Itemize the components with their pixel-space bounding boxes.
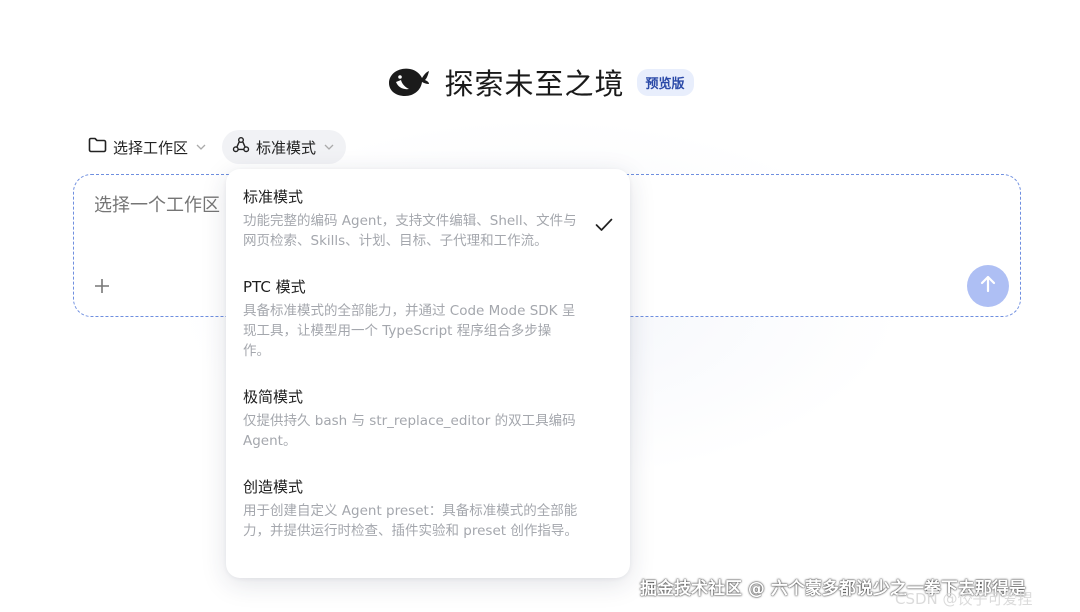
toolbar: 选择工作区 标准模式	[84, 130, 347, 164]
header: 探索未至之境 预览版	[0, 60, 1080, 104]
mode-option-ptc[interactable]: PTC 模式 具备标准模式的全部能力，并通过 Code Mode SDK 呈现工…	[226, 275, 630, 361]
mode-option-description: 仅提供持久 bash 与 str_replace_editor 的双工具编码 A…	[243, 413, 576, 449]
workspace-select-button[interactable]: 选择工作区	[84, 130, 216, 164]
send-button[interactable]	[967, 265, 1009, 307]
page-title: 探索未至之境	[444, 67, 625, 101]
add-attachment-button[interactable]	[90, 277, 114, 301]
watermark-secondary: CSDN @饺子可爱捏	[895, 590, 1033, 608]
recycle-icon	[232, 136, 250, 158]
mode-option-title: 标准模式	[243, 188, 304, 206]
mode-option-description: 功能完整的编码 Agent，支持文件编辑、Shell、文件与网页检索、Skill…	[243, 213, 577, 249]
mode-select-button[interactable]: 标准模式	[222, 130, 347, 164]
mode-option-minimal[interactable]: 极简模式 仅提供持久 bash 与 str_replace_editor 的双工…	[226, 385, 630, 451]
arrow-up-icon	[978, 274, 998, 298]
chevron-down-icon	[324, 142, 334, 153]
mode-option-title: 创造模式	[243, 478, 304, 496]
chevron-down-icon	[196, 142, 206, 153]
workspace-select-label: 选择工作区	[113, 138, 189, 157]
mode-option-title: 极简模式	[243, 388, 304, 406]
preview-badge: 预览版	[636, 68, 694, 96]
mode-option-description: 具备标准模式的全部能力，并通过 Code Mode SDK 呈现工具，让模型用一…	[243, 303, 576, 359]
mode-option-description: 用于创建自定义 Agent preset：具备标准模式的全部能力，并提供运行时检…	[243, 503, 578, 539]
mode-dropdown-menu: 标准模式 功能完整的编码 Agent，支持文件编辑、Shell、文件与网页检索、…	[226, 169, 630, 578]
plus-icon	[93, 276, 111, 301]
folder-icon	[88, 137, 107, 157]
mode-select-label: 标准模式	[256, 138, 317, 157]
mode-option-standard[interactable]: 标准模式 功能完整的编码 Agent，支持文件编辑、Shell、文件与网页检索、…	[226, 185, 630, 251]
mode-option-title: PTC 模式	[243, 278, 306, 296]
mode-option-creative[interactable]: 创造模式 用于创建自定义 Agent preset：具备标准模式的全部能力，并提…	[226, 475, 630, 541]
check-icon	[595, 217, 613, 236]
whale-logo-icon	[386, 65, 430, 99]
